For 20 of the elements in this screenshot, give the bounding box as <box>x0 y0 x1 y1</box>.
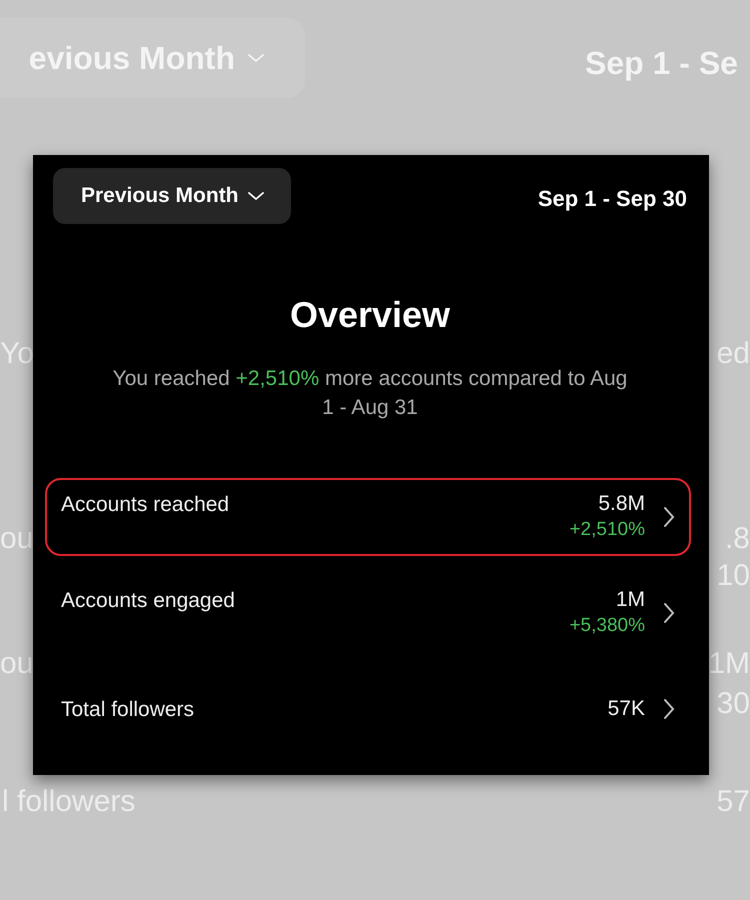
metric-value: 5.8M <box>598 492 645 516</box>
metric-change: +5,380% <box>569 615 645 637</box>
metric-label: Total followers <box>61 696 196 722</box>
metric-change: +2,510% <box>569 519 645 541</box>
metric-row[interactable]: Accounts engaged 1M +5,380% <box>45 574 691 652</box>
chevron-right-icon <box>663 697 675 721</box>
metric-row[interactable]: Accounts reached 5.8M +2,510% <box>45 478 691 556</box>
period-button[interactable]: Previous Month <box>53 168 291 224</box>
chevron-down-icon <box>247 53 265 63</box>
chevron-down-icon <box>246 191 265 201</box>
metric-value: 57K <box>608 697 645 721</box>
metric-value: 1M <box>616 588 645 612</box>
metric-label: Accounts engaged <box>61 588 236 613</box>
chevron-right-icon <box>663 601 675 625</box>
metric-label: Accounts reached <box>61 492 230 517</box>
overview-title: Overview <box>288 294 452 336</box>
summary-text: You reached +2,510% more accounts compared to Aug 1 - Aug 31 <box>112 366 628 421</box>
metric-row[interactable]: Total followers 57K <box>45 670 691 748</box>
chevron-right-icon <box>663 505 675 529</box>
date-range: Sep 1 - Sep 30 <box>538 186 687 212</box>
